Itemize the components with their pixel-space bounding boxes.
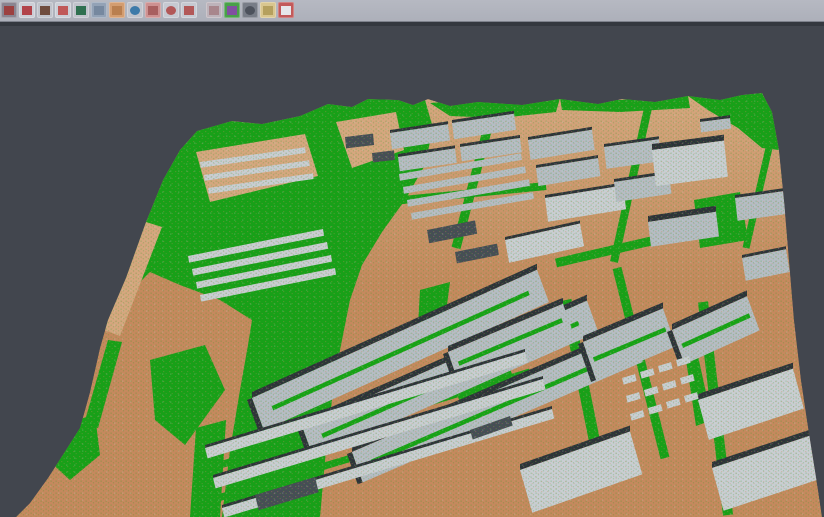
classify-points-icon-glyph — [22, 6, 32, 15]
target-circle-icon[interactable] — [163, 2, 179, 18]
terrain-hill-icon[interactable] — [37, 2, 53, 18]
control-points-icon-glyph — [58, 6, 68, 15]
side-panel-icon-glyph — [94, 6, 104, 15]
classification-colors-icon[interactable] — [224, 2, 240, 18]
main-toolbar — [0, 0, 824, 22]
layers-icon-glyph — [148, 6, 158, 15]
select-tool-icon[interactable] — [1, 2, 17, 18]
viewport-top-shade — [0, 22, 824, 26]
toolbar-separator — [199, 2, 206, 18]
annotation-icon-glyph — [263, 6, 273, 15]
pale-speckle-noise — [0, 22, 824, 517]
side-panel-icon[interactable] — [91, 2, 107, 18]
globe-3d-icon-glyph — [130, 6, 140, 15]
globe-3d-icon[interactable] — [127, 2, 143, 18]
measure-flag-icon[interactable] — [278, 2, 294, 18]
terrain-hill-icon-glyph — [40, 6, 50, 15]
measure-flag-icon-glyph — [281, 6, 291, 15]
terrain-group — [0, 22, 824, 517]
dark-sphere-icon-glyph — [245, 6, 255, 15]
grid-red-icon[interactable] — [206, 2, 222, 18]
3d-viewport[interactable] — [0, 22, 824, 517]
annotation-icon[interactable] — [260, 2, 276, 18]
ortho-image-icon[interactable] — [109, 2, 125, 18]
app-window — [0, 0, 824, 517]
extent-brackets-icon-glyph — [184, 6, 194, 15]
ortho-image-icon-glyph — [112, 6, 122, 15]
select-tool-icon-glyph — [4, 6, 14, 15]
grid-red-icon-glyph — [209, 6, 219, 15]
dark-sphere-icon[interactable] — [242, 2, 258, 18]
vegetation-hill-icon[interactable] — [73, 2, 89, 18]
classify-points-icon[interactable] — [19, 2, 35, 18]
layers-icon[interactable] — [145, 2, 161, 18]
classification-colors-icon-glyph — [227, 6, 237, 15]
control-points-icon[interactable] — [55, 2, 71, 18]
target-circle-icon-glyph — [166, 6, 176, 15]
extent-brackets-icon[interactable] — [181, 2, 197, 18]
vegetation-hill-icon-glyph — [76, 6, 86, 15]
point-cloud-render[interactable] — [0, 22, 824, 517]
